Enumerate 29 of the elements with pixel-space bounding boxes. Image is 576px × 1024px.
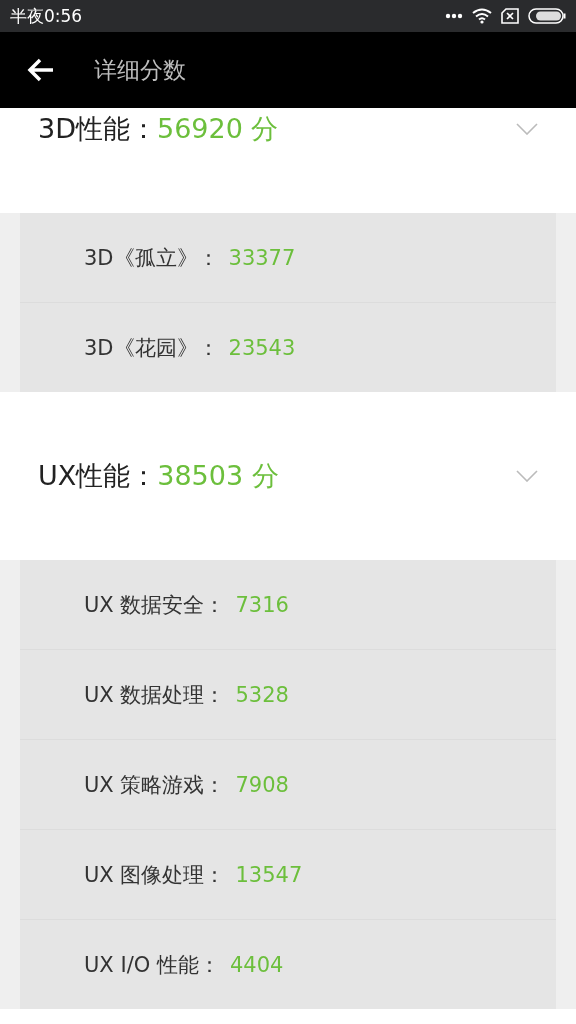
page-title: 详细分数 — [94, 55, 186, 85]
sub-score-label: UX 策略游戏： — [84, 771, 226, 799]
sub-score-label: UX 数据处理： — [84, 681, 226, 709]
sub-score-value: 7908 — [235, 772, 289, 797]
status-time: 半夜0:56 — [10, 4, 83, 28]
sub-score-label: 3D《孤立》： — [84, 244, 219, 272]
sub-score-value: 4404 — [229, 952, 284, 977]
sub-score-label: 3D《花园》： — [84, 334, 219, 362]
wifi-icon — [472, 8, 492, 24]
sub-score-value: 5328 — [235, 682, 289, 707]
chevron-down-icon[interactable] — [516, 123, 538, 135]
section-label: UX性能： — [38, 459, 158, 493]
sim-card-x-icon — [501, 8, 519, 24]
sub-score-label: UX 图像处理： — [84, 861, 226, 889]
sub-score-value: 13547 — [235, 862, 303, 887]
section-score: 38503 分 — [157, 459, 279, 493]
battery-icon — [528, 8, 566, 24]
section-header[interactable]: 3D性能：56920 分 — [0, 108, 576, 213]
chevron-down-icon[interactable] — [516, 470, 538, 482]
more-dots-icon — [445, 13, 463, 19]
sub-score-value: 23543 — [228, 335, 296, 360]
sub-score-label: UX I/O 性能： — [84, 951, 220, 979]
sub-score-label: UX 数据安全： — [84, 591, 226, 619]
sub-score-value: 33377 — [228, 245, 296, 270]
section-header[interactable]: UX性能：38503 分 — [0, 392, 576, 560]
sub-score-value: 7316 — [235, 592, 289, 617]
section-score: 56920 分 — [156, 112, 279, 146]
back-arrow-icon[interactable] — [27, 58, 55, 82]
section-label: 3D性能： — [38, 112, 157, 146]
